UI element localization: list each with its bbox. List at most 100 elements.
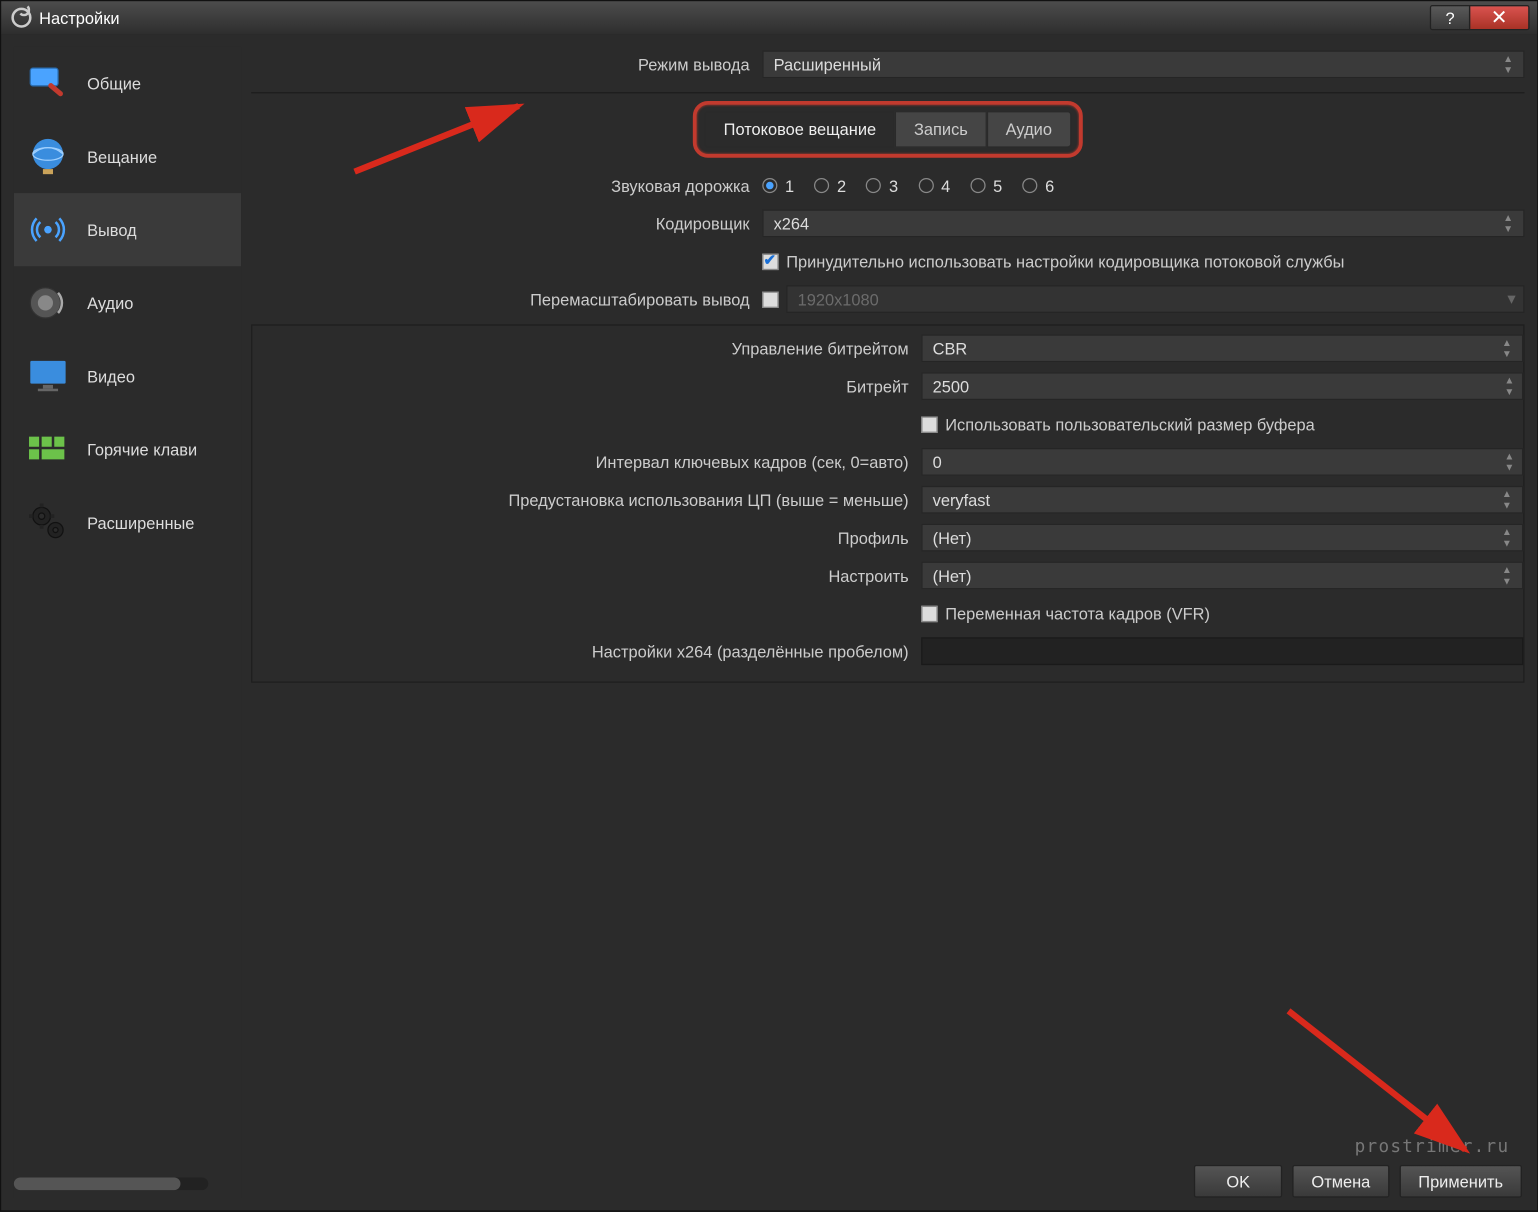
audio-track-radio-5[interactable] [970, 178, 985, 193]
rescale-row: Перемасштабировать вывод 1920x1080 ▾ [251, 281, 1524, 316]
rate-control-row: Управление битрейтом CBR ▲▼ [252, 331, 1523, 366]
settings-window: Настройки ? ✕ Общие Вещание [0, 0, 1538, 1212]
audio-track-label: Звуковая дорожка [251, 176, 762, 195]
updown-icon: ▲▼ [1502, 375, 1517, 398]
audio-track-radio-4[interactable] [918, 178, 933, 193]
cancel-button[interactable]: Отмена [1293, 1165, 1390, 1198]
profile-select[interactable]: (Нет) ▲▼ [921, 524, 1523, 552]
content-pane: Режим вывода Расширенный ▲▼ Потоковое ве… [251, 47, 1524, 1198]
tab-audio[interactable]: Аудио [987, 111, 1071, 148]
output-mode-select[interactable]: Расширенный ▲▼ [762, 50, 1524, 78]
bitrate-input[interactable]: 2500 ▲▼ [921, 372, 1523, 400]
encoder-value: x264 [774, 214, 810, 233]
sidebar-item-label: Видео [87, 367, 135, 386]
sidebar-item-label: Аудио [87, 293, 133, 312]
x264opts-row: Настройки x264 (разделённые пробелом) [252, 634, 1523, 669]
audio-track-radio-label: 4 [941, 176, 950, 195]
vfr-row: Переменная частота кадров (VFR) [252, 596, 1523, 631]
rate-control-label: Управление битрейтом [252, 339, 921, 358]
updown-icon: ▲▼ [1499, 564, 1514, 587]
audio-track-radio-label: 6 [1045, 176, 1054, 195]
output-mode-label: Режим вывода [251, 55, 762, 74]
output-tabs-row: Потоковое вещание Запись Аудио [251, 101, 1524, 158]
updown-icon: ▲▼ [1502, 451, 1517, 474]
enforce-encoder-row: Принудительно использовать настройки код… [251, 244, 1524, 279]
cpu-preset-label: Предустановка использования ЦП (выше = м… [252, 490, 921, 509]
encoder-select[interactable]: x264 ▲▼ [762, 209, 1524, 237]
profile-value: (Нет) [933, 528, 972, 547]
output-mode-row: Режим вывода Расширенный ▲▼ [251, 47, 1524, 82]
speaker-icon [21, 276, 74, 329]
bitrate-value: 2500 [933, 377, 969, 396]
rate-control-value: CBR [933, 339, 968, 358]
custom-buffer-row: Использовать пользовательский размер буф… [252, 406, 1523, 441]
rescale-value: 1920x1080 [798, 290, 879, 309]
cpu-preset-row: Предустановка использования ЦП (выше = м… [252, 482, 1523, 517]
updown-icon: ▲▼ [1499, 526, 1514, 549]
tune-label: Настроить [252, 566, 921, 585]
sidebar-item-label: Горячие клави [87, 440, 197, 459]
apply-button[interactable]: Применить [1399, 1165, 1522, 1198]
sidebar-item-general[interactable]: Общие [14, 47, 241, 120]
audio-track-options: 123456 [762, 176, 1524, 195]
broadcast-icon [21, 203, 74, 256]
output-tabs-highlight: Потоковое вещание Запись Аудио [693, 101, 1082, 158]
rescale-label: Перемасштабировать вывод [251, 290, 762, 309]
sidebar-item-label: Общие [87, 74, 141, 93]
tab-recording[interactable]: Запись [895, 111, 987, 148]
x264opts-label: Настройки x264 (разделённые пробелом) [252, 642, 921, 661]
audio-track-radio-6[interactable] [1022, 178, 1037, 193]
wrench-icon [21, 57, 74, 110]
monitor-icon [21, 350, 74, 403]
audio-track-radio-label: 3 [889, 176, 898, 195]
rescale-checkbox[interactable] [762, 291, 778, 307]
enforce-encoder-label: Принудительно использовать настройки код… [786, 252, 1344, 271]
keyframe-row: Интервал ключевых кадров (сек, 0=авто) 0… [252, 444, 1523, 479]
tab-streaming[interactable]: Потоковое вещание [705, 111, 895, 148]
cpu-preset-value: veryfast [933, 490, 990, 509]
audio-track-radio-2[interactable] [814, 178, 829, 193]
audio-track-radio-label: 1 [785, 176, 794, 195]
sidebar-item-stream[interactable]: Вещание [14, 120, 241, 193]
audio-track-radio-3[interactable] [866, 178, 881, 193]
vfr-checkbox[interactable] [921, 605, 937, 621]
audio-track-radio-label: 2 [837, 176, 846, 195]
divider [251, 92, 1524, 93]
close-button[interactable]: ✕ [1469, 5, 1530, 30]
updown-icon: ▲▼ [1499, 488, 1514, 511]
custom-buffer-checkbox[interactable] [921, 416, 937, 432]
sidebar: Общие Вещание Вывод [14, 47, 241, 1198]
rate-control-select[interactable]: CBR ▲▼ [921, 334, 1523, 362]
tune-value: (Нет) [933, 566, 972, 585]
audio-track-radio-1[interactable] [762, 178, 777, 193]
tune-select[interactable]: (Нет) ▲▼ [921, 562, 1523, 590]
cpu-preset-select[interactable]: veryfast ▲▼ [921, 486, 1523, 514]
sidebar-item-audio[interactable]: Аудио [14, 266, 241, 339]
sidebar-item-hotkeys[interactable]: Горячие клави [14, 413, 241, 486]
chevron-down-icon: ▾ [1507, 289, 1515, 309]
rescale-select[interactable]: 1920x1080 ▾ [786, 285, 1524, 313]
x264opts-input[interactable] [921, 637, 1523, 665]
updown-icon: ▲▼ [1501, 212, 1516, 235]
audio-track-row: Звуковая дорожка 123456 [251, 168, 1524, 203]
globe-icon [21, 130, 74, 183]
updown-icon: ▲▼ [1499, 337, 1514, 360]
keyframe-input[interactable]: 0 ▲▼ [921, 448, 1523, 476]
tune-row: Настроить (Нет) ▲▼ [252, 558, 1523, 593]
watermark: prostrimer.ru [1355, 1137, 1510, 1157]
keyboard-icon [21, 423, 74, 476]
help-button[interactable]: ? [1430, 5, 1470, 30]
profile-label: Профиль [252, 528, 921, 547]
ok-button[interactable]: OK [1194, 1165, 1282, 1198]
sidebar-item-output[interactable]: Вывод [14, 193, 241, 266]
enforce-encoder-checkbox[interactable] [762, 253, 778, 269]
bitrate-label: Битрейт [252, 377, 921, 396]
window-buttons: ? ✕ [1431, 5, 1529, 30]
updown-icon: ▲▼ [1501, 53, 1516, 76]
sidebar-item-video[interactable]: Видео [14, 339, 241, 412]
obs-icon [11, 8, 31, 28]
sidebar-item-advanced[interactable]: Расширенные [14, 486, 241, 559]
window-body: Общие Вещание Вывод [1, 34, 1537, 1210]
sidebar-scrollbar[interactable] [14, 1177, 208, 1190]
gears-icon [21, 496, 74, 549]
